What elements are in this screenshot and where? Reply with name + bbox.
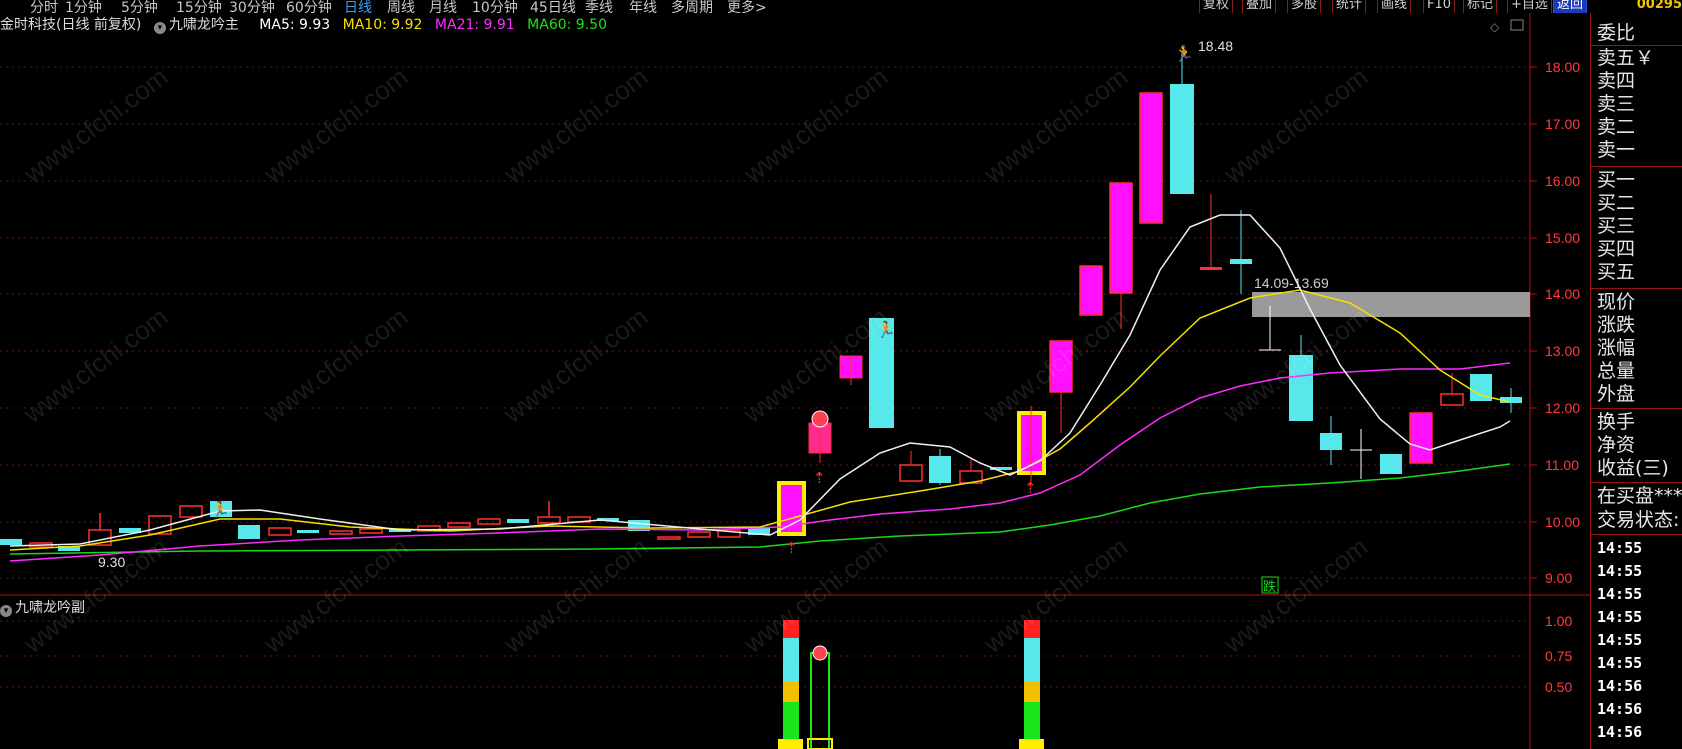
sub-indicator-title[interactable]: ▾ 九啸龙吟副 — [0, 597, 85, 617]
diamond-icon[interactable]: ◇ — [1490, 20, 1500, 34]
buy-4-label: 买四 — [1597, 238, 1636, 260]
y-tick-11: 11.00 — [1545, 457, 1579, 473]
sell-4-label: 卖四 — [1597, 70, 1636, 92]
tick-time: 14:56 — [1597, 700, 1643, 718]
divider — [1591, 534, 1682, 535]
tab-weekly[interactable]: 周线 — [387, 0, 415, 13]
net-assets-label: 净资 — [1597, 434, 1636, 456]
arrow-up-icon: ⇡ — [785, 539, 798, 557]
high-label: 18.48 — [1198, 38, 1233, 54]
change-pct-label: 涨幅 — [1597, 337, 1636, 359]
ball-marker-icon — [811, 410, 829, 428]
tab-daily[interactable]: 日线 — [344, 0, 372, 13]
overlay-button[interactable]: 叠加 — [1242, 0, 1277, 13]
volume-label: 总量 — [1597, 360, 1636, 382]
tab-15min[interactable]: 15分钟 — [176, 0, 222, 13]
sub-y-tick-075: 0.75 — [1545, 648, 1572, 664]
trade-status-label: 交易状态: — [1597, 509, 1680, 531]
buy-1-label: 买一 — [1597, 169, 1636, 191]
add-watchlist-button[interactable]: +自选 — [1507, 0, 1552, 13]
tab-monthly[interactable]: 月线 — [429, 0, 457, 13]
draw-line-button[interactable]: 画线 — [1377, 0, 1412, 13]
sub-indicator-label: 九啸龙吟副 — [15, 600, 85, 616]
y-tick-17: 17.00 — [1545, 116, 1580, 132]
buy-2-label: 买二 — [1597, 192, 1636, 214]
tick-time: 14:55 — [1597, 539, 1643, 557]
chevron-down-icon[interactable]: ▾ — [0, 605, 12, 617]
sell-2-label: 卖二 — [1597, 116, 1636, 138]
kline-chart[interactable]: 18.00 17.00 16.00 15.00 14.00 13.00 12.0… — [0, 13, 1590, 749]
sub-y-tick-05: 0.50 — [1545, 679, 1572, 695]
divider — [1591, 288, 1682, 289]
turnover-label: 换手 — [1597, 411, 1636, 433]
multi-stock-button[interactable]: 多股 — [1287, 0, 1322, 13]
tab-5min[interactable]: 5分钟 — [121, 0, 158, 13]
change-label: 涨跌 — [1597, 314, 1636, 336]
period-toolbar: 分时 1分钟 5分钟 15分钟 30分钟 60分钟 日线 周线 月线 10分钟 … — [0, 0, 1682, 13]
y-tick-14: 14.00 — [1545, 286, 1580, 302]
tick-time: 14:55 — [1597, 631, 1643, 649]
weibi-label: 委比 — [1597, 22, 1636, 44]
tick-time: 14:55 — [1597, 608, 1643, 626]
tick-time: 14:56 — [1597, 677, 1643, 695]
tick-time: 14:55 — [1597, 562, 1643, 580]
buy-5-label: 买五 — [1597, 261, 1636, 283]
ma60-line — [9, 463, 1511, 555]
y-tick-10: 10.00 — [1545, 514, 1580, 530]
price-badge: 00295 — [1636, 0, 1682, 12]
sell-1-label: 卖一 — [1597, 139, 1636, 161]
divider — [1591, 482, 1682, 483]
tab-fenshi[interactable]: 分时 — [30, 0, 58, 13]
current-price-label: 现价 — [1597, 291, 1636, 313]
restore-right-button[interactable]: 复权 — [1199, 0, 1234, 13]
tab-10min[interactable]: 10分钟 — [472, 0, 518, 13]
sub-y-tick-1: 1.00 — [1545, 613, 1572, 629]
y-tick-15: 15.00 — [1545, 230, 1580, 246]
window-icon[interactable] — [1510, 19, 1524, 31]
divider — [1591, 45, 1682, 46]
fall-badge-text: 跌 — [1263, 579, 1276, 595]
tab-year[interactable]: 年线 — [629, 0, 657, 13]
stats-button[interactable]: 统计 — [1332, 0, 1367, 13]
sell-5-label: 卖五￥ — [1597, 47, 1655, 69]
low-label: 9.30 — [98, 554, 125, 570]
outer-volume-label: 外盘 — [1597, 383, 1636, 405]
divider — [1591, 166, 1682, 167]
buy-3-label: 买三 — [1597, 215, 1636, 237]
f10-button[interactable]: F10 — [1423, 0, 1456, 13]
y-tick-9: 9.00 — [1545, 570, 1572, 586]
tab-45day[interactable]: 45日线 — [530, 0, 576, 13]
tab-1min[interactable]: 1分钟 — [65, 0, 102, 13]
y-tick-18: 18.00 — [1545, 59, 1580, 75]
earnings-label: 收益(三) — [1597, 457, 1669, 479]
runner-icon: 🏃 — [1174, 44, 1194, 63]
price-axis: 18.00 17.00 16.00 15.00 14.00 13.00 12.0… — [1530, 59, 1580, 695]
mark-button[interactable]: 标记 — [1463, 0, 1498, 13]
runner-icon: 🏃 — [876, 320, 896, 339]
sell-3-label: 卖三 — [1597, 93, 1636, 115]
runner-icon: 🏃 — [210, 500, 230, 519]
quote-sidebar: 委比 卖五￥ 卖四 卖三 卖二 卖一 买一 买二 买三 买四 买五 现价 涨跌 … — [1590, 13, 1682, 749]
tab-more[interactable]: 更多> — [727, 0, 767, 13]
arrow-up-icon: ⇡ — [813, 469, 826, 487]
tick-time: 14:55 — [1597, 585, 1643, 603]
y-tick-12: 12.00 — [1545, 400, 1580, 416]
arrow-up-icon: ⇡ — [1024, 479, 1037, 497]
tab-60min[interactable]: 60分钟 — [286, 0, 332, 13]
tab-multi-period[interactable]: 多周期 — [671, 0, 713, 13]
back-button[interactable]: 返回 — [1553, 0, 1588, 13]
ma5-line — [9, 214, 1511, 547]
bid-status-label: 在买盘**** — [1597, 485, 1682, 507]
sub-indicator-bars — [778, 620, 1044, 749]
y-tick-13: 13.00 — [1545, 343, 1580, 359]
divider — [1591, 408, 1682, 409]
tick-time: 14:55 — [1597, 654, 1643, 672]
y-tick-16: 16.00 — [1545, 173, 1580, 189]
tick-time: 14:56 — [1597, 723, 1643, 741]
tab-30min[interactable]: 30分钟 — [229, 0, 275, 13]
range-label: 14.09-13.69 — [1254, 275, 1329, 291]
resistance-zone — [1252, 292, 1530, 317]
tab-quarter[interactable]: 季线 — [585, 0, 613, 13]
